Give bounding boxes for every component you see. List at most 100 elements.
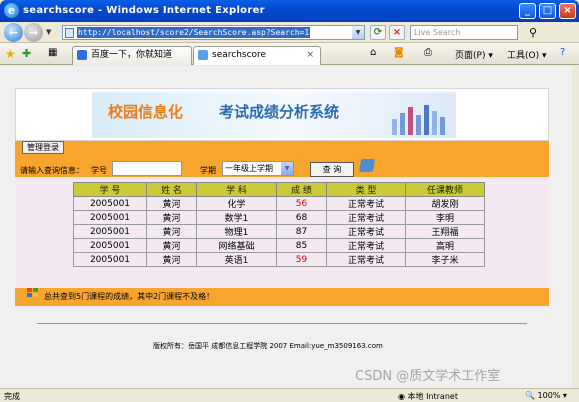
security-zone-label: 本地 Intranet <box>407 392 458 401</box>
subject-cell: 物理1 <box>196 224 277 239</box>
quick-tabs-icon[interactable]: ▦ <box>48 47 57 58</box>
security-zone: ◉ 本地 Intranet <box>398 392 458 401</box>
type-cell: 正常考试 <box>326 224 406 239</box>
back-button[interactable]: ← <box>4 23 23 42</box>
name-cell: 黄河 <box>146 210 197 225</box>
address-dropdown-arrow[interactable]: ▼ <box>352 26 364 39</box>
book-icon[interactable] <box>358 159 376 172</box>
tools-menu[interactable]: 工具(O) ▾ <box>507 48 547 61</box>
term-select[interactable]: 一年级上学期 ▼ <box>222 161 294 176</box>
teacher-cell: 李子米 <box>405 252 485 267</box>
help-icon[interactable]: ? <box>560 47 565 58</box>
banner: 校园信息化 考试成绩分析系统 <box>15 88 549 141</box>
tab-row: ★ ✚ ▦ 百度一下，你就知道 searchscore × ⌂ ◙ ⎙ 页面(P… <box>0 43 579 65</box>
column-header: 姓 名 <box>146 182 197 197</box>
close-button[interactable]: × <box>559 3 576 19</box>
query-label: 请输入查询信息： <box>20 166 84 175</box>
banner-title-blue: 考试成绩分析系统 <box>219 103 340 121</box>
address-url: http://localhost/score2/SearchScore.asp?… <box>77 27 311 38</box>
type-cell: 正常考试 <box>326 252 406 267</box>
scrollbar[interactable] <box>572 66 579 388</box>
score-cell: 59 <box>276 252 327 267</box>
ie-logo-icon: e <box>4 3 19 18</box>
home-icon[interactable]: ⌂ <box>370 47 376 58</box>
tab-favicon-icon <box>198 50 208 60</box>
type-cell: 正常考试 <box>326 238 406 253</box>
student-id-cell: 2005001 <box>73 210 147 225</box>
column-header: 类 型 <box>326 182 406 197</box>
name-cell: 黄河 <box>146 252 197 267</box>
search-button[interactable]: 查 询 <box>310 162 354 177</box>
page-content: 校园信息化 考试成绩分析系统 管理登录 请输入查询信息： 学号 学期 一年级上学… <box>0 66 579 388</box>
add-favorites-icon[interactable]: ✚ <box>22 47 31 60</box>
table-row: 2005001 黄河 数学1 68 正常考试 李明 <box>73 210 485 225</box>
column-header: 任课教师 <box>405 182 485 197</box>
tab-close-icon[interactable]: × <box>306 47 314 64</box>
teacher-cell: 王翔福 <box>405 224 485 239</box>
term-label: 学期 <box>200 166 216 175</box>
divider <box>37 323 527 324</box>
name-cell: 黄河 <box>146 224 197 239</box>
minimize-button[interactable]: _ <box>519 3 536 19</box>
recent-pages-arrow-icon[interactable]: ▼ <box>46 28 51 36</box>
type-cell: 正常考试 <box>326 210 406 225</box>
windows-flag-icon <box>27 288 38 297</box>
table-header-row: 学 号 姓 名 学 科 成 绩 类 型 任课教师 <box>73 182 485 197</box>
column-header: 学 号 <box>73 182 147 197</box>
tab-baidu[interactable]: 百度一下，你就知道 <box>72 46 192 65</box>
tab-searchscore[interactable]: searchscore × <box>193 46 321 65</box>
favorites-star-icon[interactable]: ★ <box>5 47 16 61</box>
subject-cell: 英语1 <box>196 252 277 267</box>
title-bar: e searchscore - Windows Internet Explore… <box>0 0 579 22</box>
forward-button[interactable]: → <box>24 23 43 42</box>
student-id-label: 学号 <box>91 166 107 175</box>
score-cell: 68 <box>276 210 327 225</box>
term-select-value: 一年级上学期 <box>225 164 273 173</box>
status-bar: CSDN @质文学术工作室 完成 ◉ 本地 Intranet 🔍 100% ▾ <box>0 369 579 402</box>
table-row: 2005001 黄河 物理1 87 正常考试 王翔福 <box>73 224 485 239</box>
teacher-cell: 李明 <box>405 210 485 225</box>
maximize-button[interactable]: □ <box>539 3 556 19</box>
tab-favicon-icon <box>77 50 87 60</box>
copyright-footer: 版权所有：岳国平 成都信息工程学院 2007 Email:yue_m350916… <box>153 342 383 350</box>
student-id-cell: 2005001 <box>73 196 147 211</box>
window-title: searchscore - Windows Internet Explorer <box>23 5 265 16</box>
banner-title-orange: 校园信息化 <box>108 103 184 121</box>
column-header: 成 绩 <box>276 182 327 197</box>
teacher-cell: 胡发刚 <box>405 196 485 211</box>
address-field[interactable]: http://localhost/score2/SearchScore.asp?… <box>62 25 365 40</box>
tab-label: searchscore <box>212 50 267 60</box>
student-id-cell: 2005001 <box>73 252 147 267</box>
live-search-input[interactable]: Live Search <box>410 25 518 40</box>
score-cell: 85 <box>276 238 327 253</box>
bar-chart-graphic-icon <box>392 105 445 135</box>
print-icon[interactable]: ⎙ <box>424 47 432 58</box>
student-id-cell: 2005001 <box>73 238 147 253</box>
results-panel: 学 号 姓 名 学 科 成 绩 类 型 任课教师 2005001 黄河 化学 5… <box>15 177 549 288</box>
score-cell: 56 <box>276 196 327 211</box>
stop-button[interactable]: × <box>389 25 405 40</box>
name-cell: 黄河 <box>146 238 197 253</box>
student-id-cell: 2005001 <box>73 224 147 239</box>
table-row: 2005001 黄河 网络基础 85 正常考试 高明 <box>73 238 485 253</box>
score-table: 学 号 姓 名 学 科 成 绩 类 型 任课教师 2005001 黄河 化学 5… <box>73 182 485 267</box>
type-cell: 正常考试 <box>326 196 406 211</box>
student-id-input[interactable] <box>112 161 182 176</box>
teacher-cell: 高明 <box>405 238 485 253</box>
column-header: 学 科 <box>196 182 277 197</box>
status-text: 完成 <box>4 392 20 401</box>
subject-cell: 化学 <box>196 196 277 211</box>
search-go-icon[interactable]: ⚲ <box>522 24 544 41</box>
admin-login-button[interactable]: 管理登录 <box>22 141 64 154</box>
chevron-down-icon: ▼ <box>281 162 293 175</box>
address-bar-row: ← → ▼ http://localhost/score2/SearchScor… <box>0 22 579 43</box>
subject-cell: 数学1 <box>196 210 277 225</box>
zoom-level: 100% <box>537 391 561 400</box>
tab-label: 百度一下，你就知道 <box>91 50 173 60</box>
feeds-icon[interactable]: ◙ <box>394 47 404 58</box>
score-cell: 87 <box>276 224 327 239</box>
page-menu[interactable]: 页面(P) ▾ <box>455 48 493 61</box>
refresh-button[interactable]: ⟳ <box>370 25 386 40</box>
zoom-control[interactable]: 🔍 100% ▾ <box>525 391 567 400</box>
table-row: 2005001 黄河 英语1 59 正常考试 李子米 <box>73 252 485 267</box>
